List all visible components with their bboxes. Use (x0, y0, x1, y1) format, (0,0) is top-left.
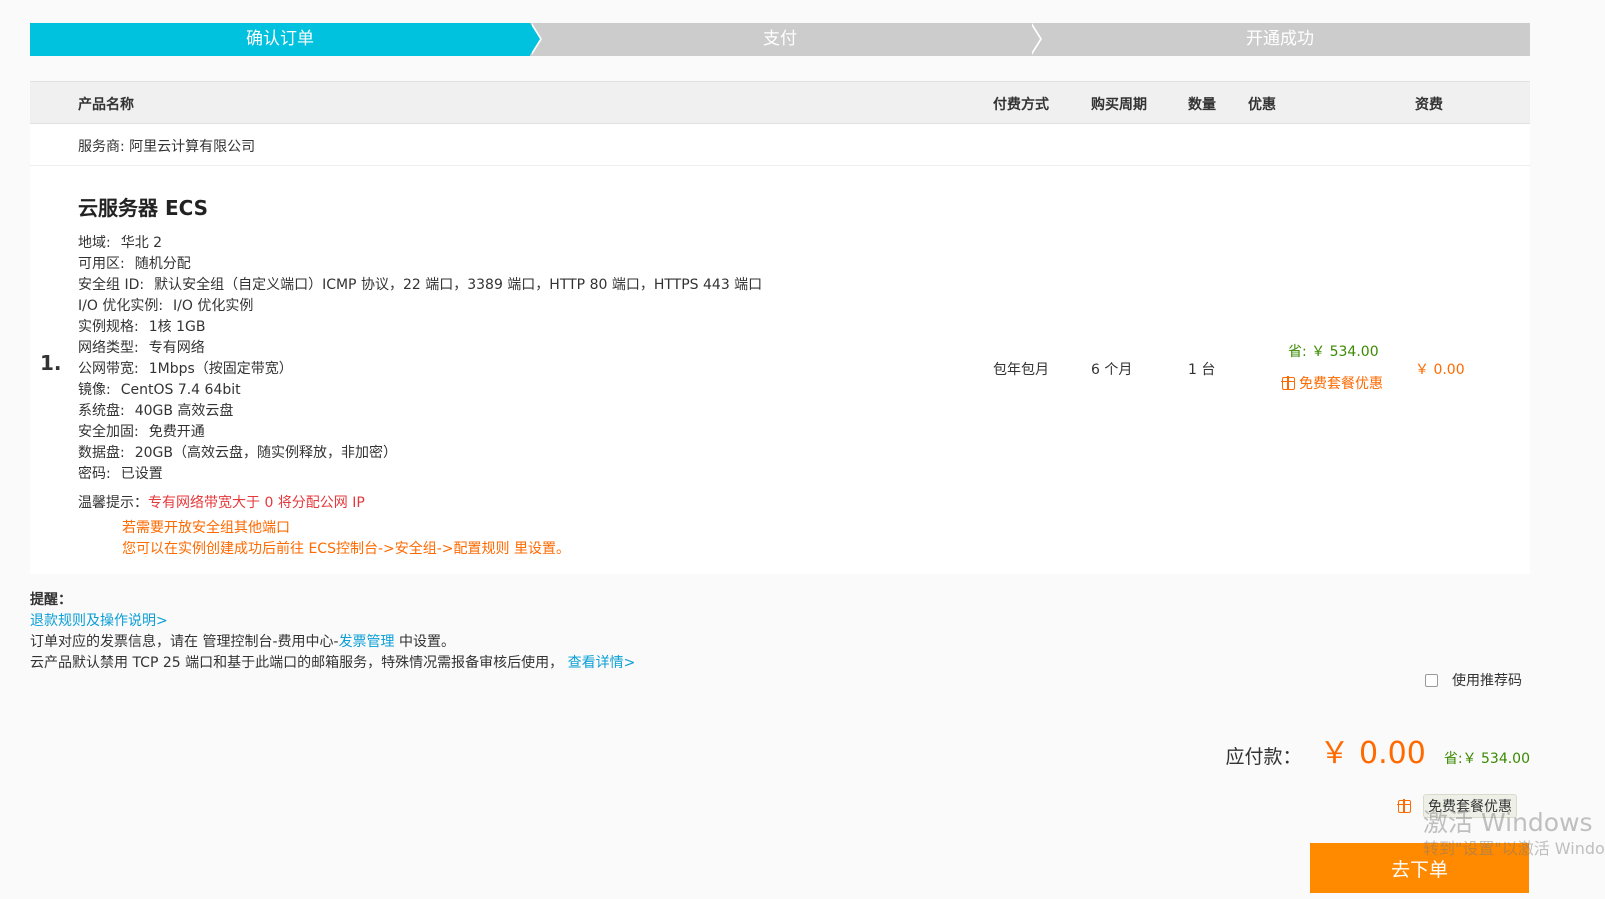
header-period: 购买周期 (1091, 97, 1147, 113)
step-activated: 开通成功 (1030, 23, 1530, 56)
quantity: 1 台 (1188, 362, 1216, 378)
step-label: 支付 (763, 29, 797, 49)
reminder-title: 提醒： (30, 592, 72, 608)
invoice-note: 订单对应的发票信息，请在 管理控制台-费用中心-发票管理 中设置。 (30, 634, 456, 650)
free-package-badge: 免费套餐优惠 (1423, 794, 1517, 818)
warm-tip: 温馨提示：专有网络带宽大于 0 将分配公网 IP (78, 492, 365, 512)
tip-ports: 若需要开放安全组其他端口 您可以在实例创建成功后前往 ECS控制台->安全组->… (122, 518, 570, 560)
provider-name: 服务商: 阿里云计算有限公司 (78, 139, 256, 155)
bottom-free-package[interactable]: 免费套餐优惠 (1397, 794, 1517, 818)
header-fee: 资费 (1415, 97, 1443, 113)
spec-item: 安全加固: 免费开通 (78, 424, 205, 440)
spec-item: 实例规格: 1核 1GB (78, 319, 206, 335)
spec-item: 密码: 已设置 (78, 466, 163, 482)
table-header: 产品名称 付费方式 购买周期 数量 优惠 资费 (30, 81, 1530, 124)
save-amount: 省: ￥ 534.00 (1288, 344, 1379, 360)
tip-label: 温馨提示： (78, 495, 148, 511)
step-confirm-order: 确认订单 (30, 23, 542, 56)
spec-list: 地域: 华北 2 可用区: 随机分配 安全组 ID: 默认安全组（自定义端口）ICMP… (78, 233, 762, 485)
tip-line-2: 您可以在实例创建成功后前往 ECS控制台->安全组->配置规则 里设置。 (122, 541, 570, 557)
refund-rules-link[interactable]: 退款规则及操作说明> (30, 613, 168, 629)
tip-line-1: 若需要开放安全组其他端口 (122, 520, 290, 536)
referral-checkbox[interactable] (1425, 673, 1438, 687)
spec-item: 镜像: CentOS 7.4 64bit (78, 382, 241, 398)
order-steps: 确认订单 支付 开通成功 (30, 23, 1530, 56)
spec-item: 网络类型: 专有网络 (78, 340, 205, 356)
step-label: 确认订单 (246, 29, 314, 49)
total-payable: 应付款： ￥ 0.00 省:￥ 534.00 (1225, 728, 1530, 772)
spec-item: 公网带宽: 1Mbps（按固定带宽） (78, 361, 293, 377)
tcp-note: 云产品默认禁用 TCP 25 端口和基于此端口的邮箱服务，特殊情况需报备审核后使… (30, 655, 636, 671)
total-save: 省:￥ 534.00 (1443, 751, 1530, 767)
gift-icon (1397, 798, 1411, 813)
spec-item: 系统盘: 40GB 高效云盘 (78, 403, 234, 419)
view-details-link[interactable]: 查看详情> (568, 655, 636, 671)
total-label: 应付款： (1225, 746, 1302, 768)
step-payment: 支付 (530, 23, 1042, 56)
product-index: 1. (40, 351, 62, 375)
gift-icon (1281, 375, 1295, 390)
spec-item: 可用区: 随机分配 (78, 256, 191, 272)
spec-item: 数据盘: 20GB（高效云盘，随实例释放，非加密） (78, 445, 397, 461)
provider-row: 服务商: 阿里云计算有限公司 (30, 124, 1530, 166)
invoice-management-link[interactable]: 发票管理 (339, 634, 395, 650)
total-amount: ￥ 0.00 (1319, 736, 1426, 771)
spec-item: 地域: 华北 2 (78, 235, 163, 251)
reminder-notes: 提醒： 退款规则及操作说明> 订单对应的发票信息，请在 管理控制台-费用中心-发… (30, 590, 635, 674)
free-package-discount[interactable]: 免费套餐优惠 (1281, 373, 1383, 393)
price: ￥ 0.00 (1415, 362, 1465, 378)
header-product: 产品名称 (78, 97, 134, 113)
product-row: 1. 云服务器 ECS 地域: 华北 2 可用区: 随机分配 安全组 ID: 默认安全… (30, 166, 1530, 574)
header-payment: 付费方式 (993, 97, 1049, 113)
step-label: 开通成功 (1246, 29, 1314, 49)
spec-item: I/O 优化实例: I/O 优化实例 (78, 298, 254, 314)
header-quantity: 数量 (1188, 97, 1216, 113)
spec-item: 安全组 ID: 默认安全组（自定义端口）ICMP 协议，22 端口，3389 端口… (78, 277, 763, 293)
payment-method: 包年包月 (993, 362, 1049, 378)
product-title: 云服务器 ECS (78, 196, 209, 220)
referral-label: 使用推荐码 (1452, 673, 1522, 689)
tip-red-text: 专有网络带宽大于 0 将分配公网 IP (148, 495, 365, 511)
place-order-button[interactable]: 去下单 (1310, 843, 1529, 893)
header-discount: 优惠 (1248, 97, 1276, 113)
purchase-period: 6 个月 (1091, 362, 1133, 378)
order-table: 产品名称 付费方式 购买周期 数量 优惠 资费 服务商: 阿里云计算有限公司 1… (30, 81, 1530, 574)
gift-label: 免费套餐优惠 (1299, 376, 1383, 392)
referral-code-option[interactable]: 使用推荐码 (1425, 670, 1522, 690)
